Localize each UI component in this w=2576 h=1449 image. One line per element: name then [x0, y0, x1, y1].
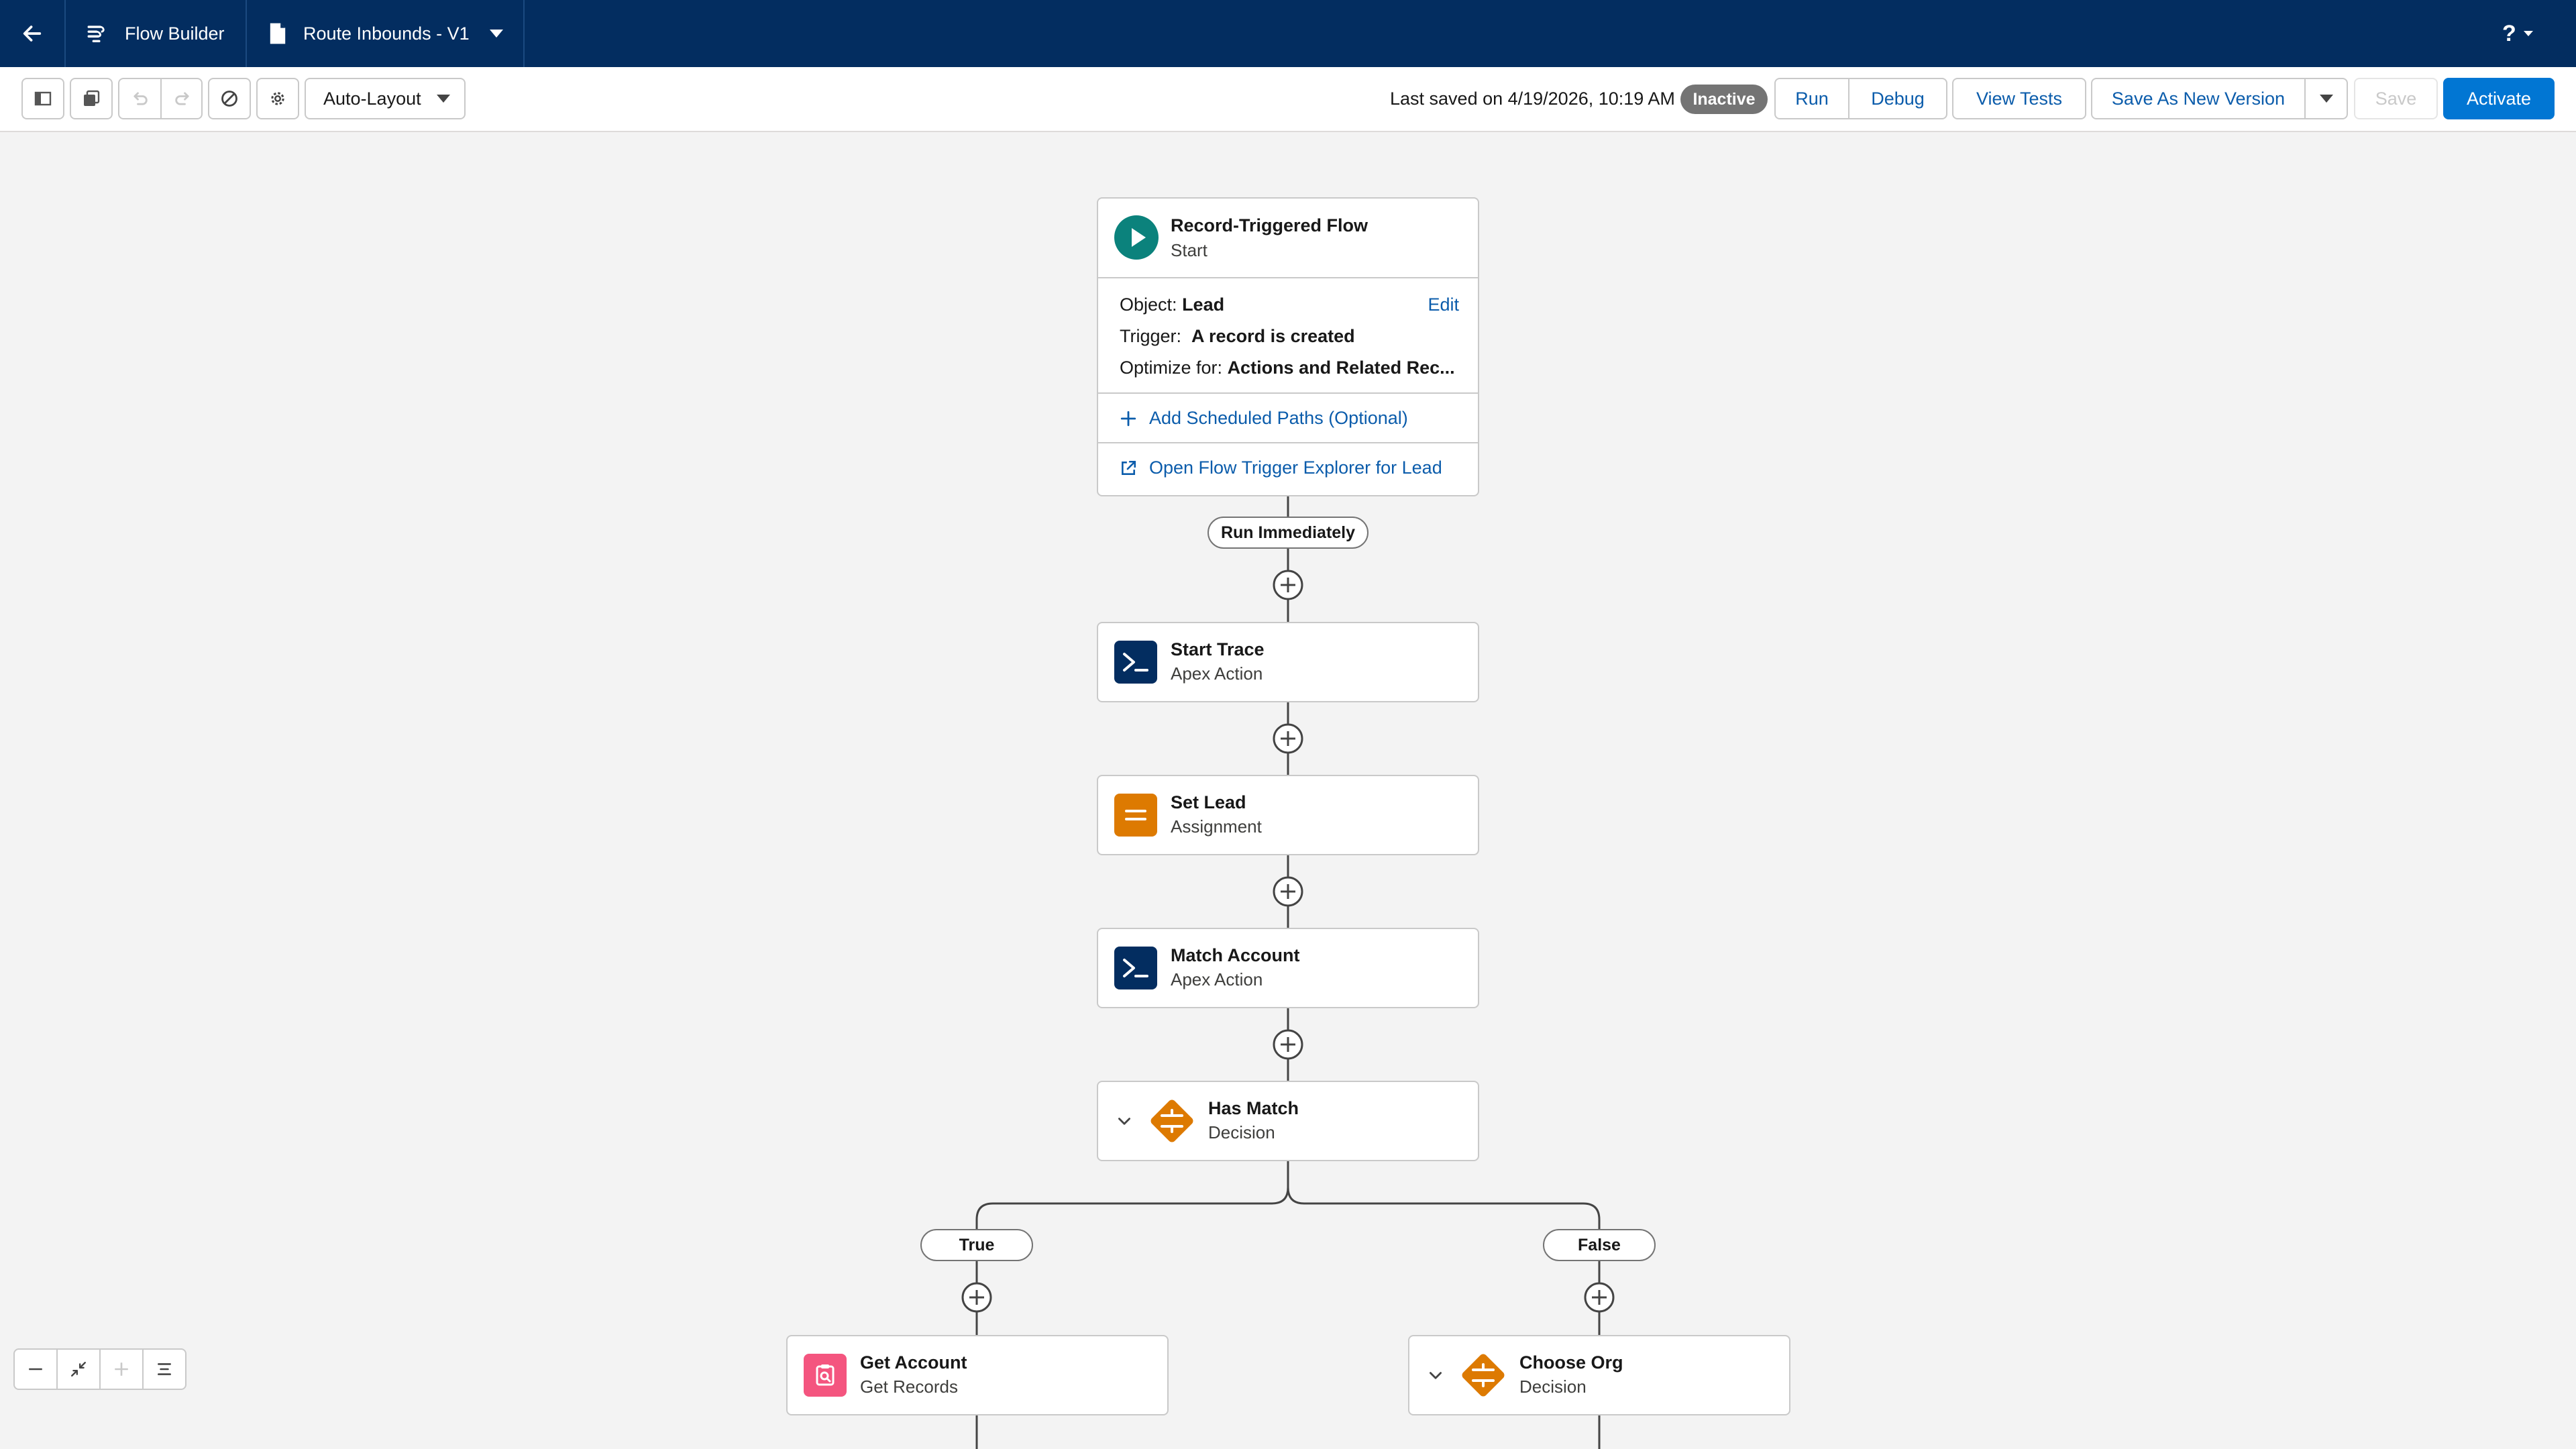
open-trigger-explorer-link[interactable]: Open Flow Trigger Explorer for Lead [1098, 443, 1478, 495]
node-title: Match Account [1171, 945, 1300, 965]
node-subtitle: Assignment [1171, 816, 1262, 837]
trigger-value: A record is created [1191, 326, 1355, 346]
set-lead-node[interactable]: Set Lead Assignment [1097, 775, 1479, 855]
play-icon [1114, 215, 1159, 260]
trigger-row: Trigger: A record is created [1120, 326, 1355, 347]
optimize-value: Actions and Related Rec... [1227, 358, 1455, 378]
add-scheduled-paths-link[interactable]: Add Scheduled Paths (Optional) [1098, 394, 1478, 443]
add-icon [1120, 411, 1136, 427]
node-title: Get Account [860, 1352, 967, 1373]
plus-icon [115, 1362, 128, 1376]
contract-icon [71, 1362, 86, 1377]
node-title: Has Match [1208, 1098, 1299, 1118]
align-center-icon [158, 1363, 171, 1375]
start-node[interactable]: Record-Triggered Flow Start Object: Lead… [1097, 197, 1479, 496]
apex-action-icon [1114, 947, 1157, 989]
zoom-out-button[interactable] [13, 1348, 58, 1390]
false-branch-label: False [1543, 1229, 1656, 1261]
node-subtitle: Decision [1208, 1122, 1275, 1142]
start-node-title: Record-Triggered Flow [1171, 215, 1368, 235]
match-account-node[interactable]: Match Account Apex Action [1097, 928, 1479, 1008]
edit-link[interactable]: Edit [1428, 294, 1459, 315]
add-element-icon[interactable] [1273, 1029, 1303, 1060]
add-element-icon[interactable] [1273, 723, 1303, 754]
get-account-node[interactable]: Get Account Get Records [786, 1335, 1169, 1415]
apex-action-icon [1114, 641, 1157, 684]
start-node-subtitle: Start [1171, 240, 1208, 260]
minus-icon [29, 1368, 42, 1371]
external-link-icon [1122, 460, 1136, 475]
get-records-icon [804, 1354, 847, 1397]
optimize-row: Optimize for: Actions and Related Rec... [1120, 358, 1455, 378]
object-label: Object: [1120, 294, 1177, 315]
object-value: Lead [1182, 294, 1225, 315]
choose-org-node[interactable]: Choose Org Decision [1408, 1335, 1790, 1415]
node-subtitle: Apex Action [1171, 663, 1263, 684]
node-title: Start Trace [1171, 639, 1265, 659]
node-title: Choose Org [1519, 1352, 1623, 1373]
chevron-down-icon[interactable] [1427, 1367, 1444, 1385]
add-element-icon[interactable] [961, 1282, 992, 1313]
decision-icon [1462, 1354, 1505, 1397]
assignment-icon [1114, 794, 1157, 837]
fit-view-button[interactable] [56, 1348, 101, 1390]
run-immediately-label: Run Immediately [1208, 517, 1368, 549]
node-subtitle: Decision [1519, 1377, 1587, 1397]
optimize-label: Optimize for: [1120, 358, 1223, 378]
true-branch-label: True [920, 1229, 1033, 1261]
node-subtitle: Apex Action [1171, 969, 1263, 989]
open-trigger-explorer-label: Open Flow Trigger Explorer for Lead [1149, 458, 1442, 478]
object-row: Object: Lead [1120, 294, 1224, 315]
zoom-in-button[interactable] [99, 1348, 144, 1390]
add-element-icon[interactable] [1584, 1282, 1615, 1313]
node-title: Set Lead [1171, 792, 1246, 812]
center-view-button[interactable] [142, 1348, 186, 1390]
start-node-header: Record-Triggered Flow Start [1098, 199, 1478, 278]
node-subtitle: Get Records [860, 1377, 958, 1397]
start-node-details: Object: Lead Edit Trigger: A record is c… [1098, 278, 1478, 394]
add-element-icon[interactable] [1273, 876, 1303, 907]
start-trace-node[interactable]: Start Trace Apex Action [1097, 622, 1479, 702]
add-element-icon[interactable] [1273, 570, 1303, 600]
trigger-label: Trigger: [1120, 326, 1182, 346]
decision-icon [1150, 1099, 1193, 1142]
has-match-node[interactable]: Has Match Decision [1097, 1081, 1479, 1161]
add-scheduled-paths-label: Add Scheduled Paths (Optional) [1149, 408, 1408, 428]
chevron-down-icon[interactable] [1116, 1113, 1133, 1130]
